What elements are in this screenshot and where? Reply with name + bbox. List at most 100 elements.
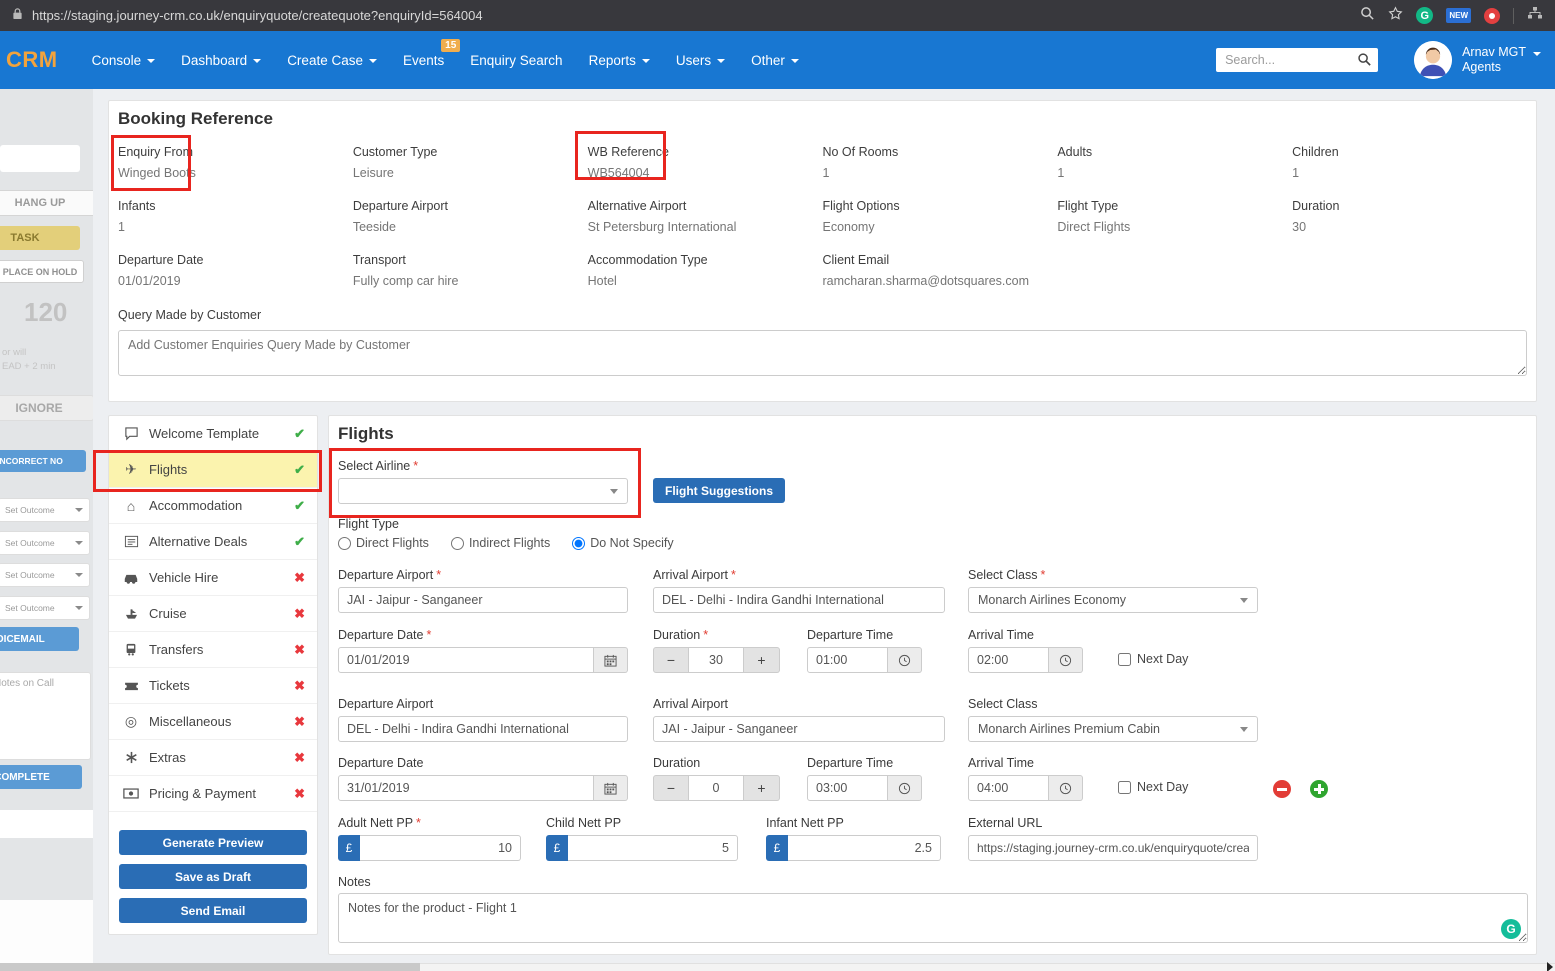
- sidebar-item-pricing-payment[interactable]: Pricing & Payment✖: [109, 776, 317, 812]
- sidebar-item-cruise[interactable]: Cruise✖: [109, 596, 317, 632]
- task-button[interactable]: TASK: [0, 226, 80, 250]
- set-outcome-dropdown[interactable]: Set Outcome: [0, 596, 90, 620]
- nav-other[interactable]: Other: [743, 47, 807, 74]
- nav-events[interactable]: Events15: [395, 47, 452, 74]
- bookmark-star-icon[interactable]: [1388, 6, 1403, 26]
- duration-decrement-button[interactable]: −: [653, 775, 689, 801]
- remove-segment-button[interactable]: [1273, 780, 1291, 798]
- adult-nett-input[interactable]: [360, 835, 521, 861]
- user-menu[interactable]: Arnav MGT Agents: [1462, 45, 1541, 75]
- notes-on-call-textarea[interactable]: Notes on Call: [0, 672, 91, 760]
- clock-icon[interactable]: [1049, 775, 1083, 801]
- duration-decrement-button[interactable]: −: [653, 647, 689, 673]
- calendar-icon[interactable]: [594, 775, 628, 801]
- sidebar-item-extras[interactable]: Extras✖: [109, 740, 317, 776]
- airline-select[interactable]: [338, 478, 628, 504]
- calendar-icon[interactable]: [594, 647, 628, 673]
- sidebar-item-tickets[interactable]: Tickets✖: [109, 668, 317, 704]
- save-as-draft-button[interactable]: Save as Draft: [119, 864, 307, 889]
- radio-input[interactable]: [572, 537, 585, 550]
- arrival-time-input[interactable]: [968, 775, 1049, 801]
- sidebar-item-alternative-deals[interactable]: Alternative Deals✔: [109, 524, 317, 560]
- horizontal-scrollbar[interactable]: [0, 963, 1555, 971]
- departure-time-input[interactable]: [807, 647, 888, 673]
- sidebar-item-transfers[interactable]: Transfers✖: [109, 632, 317, 668]
- query-textarea[interactable]: [118, 330, 1527, 376]
- departure-date-input[interactable]: [338, 647, 594, 673]
- checkbox-input[interactable]: [1118, 781, 1131, 794]
- infant-nett-input[interactable]: [788, 835, 941, 861]
- radio-input[interactable]: [338, 537, 351, 550]
- scroll-right-arrow[interactable]: [1547, 962, 1553, 971]
- sidebar-item-miscellaneous[interactable]: ◎Miscellaneous✖: [109, 704, 317, 740]
- sidebar-item-flights[interactable]: ✈Flights✔: [109, 452, 317, 488]
- set-outcome-dropdown[interactable]: Set Outcome: [0, 563, 90, 587]
- duration-input[interactable]: [689, 647, 744, 673]
- duration-input[interactable]: [689, 775, 744, 801]
- search-icon[interactable]: [1357, 52, 1372, 72]
- add-segment-button[interactable]: [1310, 780, 1328, 798]
- crm-logo[interactable]: CRM: [6, 47, 58, 73]
- departure-airport-input[interactable]: [338, 716, 628, 742]
- flight-type-radio-do-not-specify[interactable]: Do Not Specify: [572, 536, 673, 550]
- extension-icon[interactable]: [1484, 8, 1500, 24]
- sitemap-icon[interactable]: [1527, 6, 1543, 25]
- select-class-dropdown[interactable]: Monarch Airlines Economy: [968, 587, 1258, 613]
- clock-icon[interactable]: [888, 775, 922, 801]
- scrollbar-thumb[interactable]: [0, 963, 420, 971]
- select-airline-label: Select Airline*: [338, 459, 628, 473]
- select-class-dropdown[interactable]: Monarch Airlines Premium Cabin: [968, 716, 1258, 742]
- generate-preview-button[interactable]: Generate Preview: [119, 830, 307, 855]
- search-input[interactable]: [1216, 48, 1378, 72]
- grammarly-extension-icon[interactable]: [1416, 7, 1433, 24]
- child-nett-input[interactable]: [568, 835, 738, 861]
- grammarly-icon[interactable]: [1501, 919, 1521, 939]
- place-on-hold-button[interactable]: PLACE ON HOLD: [0, 260, 84, 283]
- sidebar-item-vehicle-hire[interactable]: Vehicle Hire✖: [109, 560, 317, 596]
- external-url-input[interactable]: [968, 835, 1258, 861]
- status-check-icon: ✔: [294, 462, 305, 478]
- departure-date-input[interactable]: [338, 775, 594, 801]
- user-avatar[interactable]: [1414, 41, 1452, 79]
- flight-suggestions-button[interactable]: Flight Suggestions: [653, 478, 785, 503]
- complete-button[interactable]: COMPLETE: [0, 765, 82, 789]
- notes-textarea[interactable]: Notes for the product - Flight 1: [338, 893, 1528, 943]
- set-outcome-dropdown[interactable]: Set Outcome: [0, 531, 90, 555]
- sidebar-item-welcome-template[interactable]: Welcome Template✔: [109, 416, 317, 452]
- arrival-airport-input[interactable]: [653, 587, 945, 613]
- next-day-checkbox[interactable]: Next Day: [1118, 652, 1188, 666]
- incorrect-no-button[interactable]: INCORRECT NO: [0, 450, 86, 472]
- url-text[interactable]: https://staging.journey-crm.co.uk/enquir…: [32, 8, 483, 23]
- nav-console[interactable]: Console: [84, 47, 164, 74]
- clock-icon[interactable]: [888, 647, 922, 673]
- radio-input[interactable]: [451, 537, 464, 550]
- nav-reports[interactable]: Reports: [581, 47, 658, 74]
- nav-enquiry-search[interactable]: Enquiry Search: [462, 47, 570, 74]
- call-note-line: or will: [2, 347, 26, 358]
- duration-increment-button[interactable]: +: [744, 775, 780, 801]
- call-panel-input[interactable]: [0, 145, 80, 172]
- hang-up-button[interactable]: HANG UP: [0, 190, 93, 216]
- flight-type-radio-indirect[interactable]: Indirect Flights: [451, 536, 550, 550]
- search-icon[interactable]: [1360, 6, 1375, 26]
- nav-users[interactable]: Users: [668, 47, 733, 74]
- next-day-checkbox[interactable]: Next Day: [1118, 780, 1188, 794]
- arrival-airport-input[interactable]: [653, 716, 945, 742]
- nav-dashboard[interactable]: Dashboard: [173, 47, 269, 74]
- nav-create-case[interactable]: Create Case: [279, 47, 385, 74]
- user-role: Agents: [1462, 60, 1541, 75]
- send-email-button[interactable]: Send Email: [119, 898, 307, 923]
- status-cross-icon: ✖: [294, 678, 305, 694]
- departure-airport-input[interactable]: [338, 587, 628, 613]
- sidebar-item-accommodation[interactable]: ⌂Accommodation✔: [109, 488, 317, 524]
- voicemail-button[interactable]: VOICEMAIL: [0, 627, 79, 651]
- clock-icon[interactable]: [1049, 647, 1083, 673]
- checkbox-input[interactable]: [1118, 653, 1131, 666]
- new-extension-badge[interactable]: NEW: [1446, 8, 1471, 23]
- departure-time-input[interactable]: [807, 775, 888, 801]
- flight-type-radio-direct[interactable]: Direct Flights: [338, 536, 429, 550]
- arrival-time-input[interactable]: [968, 647, 1049, 673]
- duration-increment-button[interactable]: +: [744, 647, 780, 673]
- ignore-button[interactable]: IGNORE: [0, 395, 93, 421]
- set-outcome-dropdown[interactable]: Set Outcome: [0, 498, 90, 522]
